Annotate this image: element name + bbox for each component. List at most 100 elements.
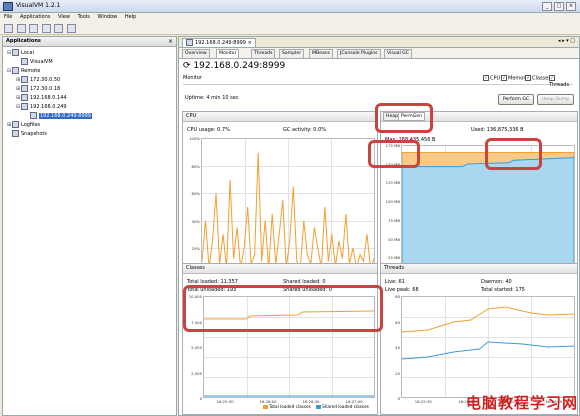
- main-area: 192.168.0.249:8999 × ◂ ▸ ▾ □ Overview Mon…: [178, 36, 580, 416]
- cpu-plot: [201, 138, 375, 276]
- classes-panel-title: Classes: [186, 265, 205, 271]
- subtab-visual-gc[interactable]: Visual GC: [384, 49, 412, 59]
- menu-bar: File Applications View Tools Window Help: [0, 13, 580, 22]
- threads-live-peak: Live peak: 68: [385, 287, 419, 293]
- threads-daemon: Daemon: 40: [481, 279, 512, 285]
- checkbox-cpu-label: CPU: [490, 75, 501, 82]
- refresh-icon: ⟳: [183, 61, 191, 71]
- checkbox-threads[interactable]: ✓Threads: [549, 75, 573, 88]
- y-tick-label: 0: [199, 396, 202, 401]
- legend-total-loaded: Total loaded classes: [269, 404, 311, 409]
- heap-used: Used: 136,875,336 B: [471, 127, 524, 133]
- thread-dump-icon[interactable]: [66, 24, 76, 33]
- classes-panel-header: Classes: [183, 264, 377, 274]
- tree-item-label: 192.168.0.249: [30, 104, 67, 110]
- x-tick-label: 16:26:30: [302, 399, 320, 404]
- y-tick-label: 5,000: [191, 345, 202, 350]
- y-tick-label: 80%: [191, 163, 200, 169]
- tree-node-icon: [21, 58, 28, 65]
- x-tick-label: 16:26:00: [259, 399, 277, 404]
- menu-help[interactable]: Help: [125, 14, 136, 20]
- perform-gc-button[interactable]: Perform GC: [498, 94, 534, 105]
- y-tick-label: 100%: [189, 136, 200, 141]
- subtab-mbeans[interactable]: MBeans: [309, 49, 334, 59]
- nav-arrows-icon[interactable]: ◂ ▸ ▾ □: [558, 38, 575, 44]
- y-tick-label: 40%: [191, 218, 200, 224]
- checkbox-cpu[interactable]: ✓ CPU: [483, 75, 500, 82]
- load-snapshot-icon[interactable]: [41, 24, 51, 33]
- menu-window[interactable]: Window: [98, 14, 118, 20]
- y-tick-label: 2,500: [191, 370, 202, 376]
- tree-node-icon: [21, 85, 28, 92]
- tree-item-label: 192.168.0.144: [30, 95, 67, 101]
- tree-node-icon: [12, 67, 19, 74]
- subtab-overview[interactable]: Overview: [182, 49, 210, 59]
- menu-view[interactable]: View: [58, 14, 70, 20]
- close-button[interactable]: ×: [566, 2, 576, 11]
- tree-node-icon: [21, 76, 28, 83]
- y-tick-label: 20%: [191, 246, 200, 252]
- x-tick-label: 16:25:30: [216, 399, 234, 404]
- subtab-jconsole-plugins[interactable]: JConsole Plugins: [337, 49, 381, 59]
- host-title: ⟳ 192.168.0.249:8999: [183, 61, 285, 71]
- annotation-box-used: [485, 138, 542, 170]
- tree-item[interactable]: ⊞ 172.30.0.18: [3, 85, 176, 94]
- window-title: VisualVM 1.2.1: [16, 2, 61, 9]
- tree-item-label: VisualVM: [30, 59, 53, 65]
- threads-total-started: Total started: 175: [481, 287, 525, 293]
- tree-item-label: Remote: [21, 68, 41, 74]
- subtab-threads[interactable]: Threads: [251, 49, 276, 59]
- app-icon: [3, 2, 13, 11]
- cpu-usage: CPU usage: 0.7%: [187, 127, 230, 133]
- threads-panel-header: Threads: [381, 264, 577, 274]
- tree-node-icon: [21, 103, 28, 110]
- window-titlebar: VisualVM 1.2.1 _ □ ×: [0, 0, 580, 13]
- tree-item[interactable]: ⊟ 192.168.0.249: [3, 103, 176, 112]
- uptime: Uptime: 4 min 10 sec: [185, 95, 239, 101]
- menu-tools[interactable]: Tools: [78, 14, 90, 20]
- applications-panel: Applications × ⊟ Local VisualVM ⊟ Remote ⊞ 172…: [2, 36, 177, 416]
- tree-node-icon: [12, 130, 19, 137]
- add-remote-host-icon[interactable]: [16, 24, 26, 33]
- cpu-panel-title: CPU: [186, 113, 197, 119]
- subtabs: Overview Monitor Threads Sampler MBeans JCons…: [179, 48, 579, 59]
- tree-item[interactable]: ⊞ 192.168.0.144: [3, 94, 176, 103]
- tab-host-label: 192.168.0.249:8999: [195, 40, 246, 46]
- tree-item-label: Logfiles: [21, 122, 41, 128]
- subtab-monitor[interactable]: Monitor: [216, 49, 240, 59]
- tree-item[interactable]: ⊞ Logfiles: [3, 121, 176, 130]
- checkbox-classes[interactable]: ✓ Classes: [525, 75, 551, 82]
- subtab-sampler[interactable]: Sampler: [279, 49, 305, 59]
- annotation-box-classes: [183, 285, 383, 332]
- tree-item[interactable]: ⊟ Remote: [3, 67, 176, 76]
- add-snapshot-icon[interactable]: [29, 24, 39, 33]
- used-permgen-area: [402, 157, 574, 275]
- document-tabs: 192.168.0.249:8999 × ◂ ▸ ▾ □: [179, 37, 579, 48]
- maximize-button[interactable]: □: [554, 2, 564, 11]
- tree-node-icon: [12, 49, 19, 56]
- tree-item-label: 172.30.0.18: [30, 86, 61, 92]
- menu-file[interactable]: File: [4, 14, 12, 20]
- tab-host[interactable]: 192.168.0.249:8999 ×: [182, 38, 256, 47]
- tree-item[interactable]: Snapshots: [3, 130, 176, 139]
- tree-item-label: Snapshots: [21, 131, 47, 137]
- menu-applications[interactable]: Applications: [20, 14, 51, 20]
- heap-dump-button[interactable]: Heap Dump: [537, 94, 574, 105]
- tree-item[interactable]: ⊞ 172.30.0.50: [3, 76, 176, 85]
- y-tick-label: 100 MB: [385, 199, 400, 205]
- gc-activity: GC activity: 0.0%: [283, 127, 326, 133]
- minimize-button[interactable]: _: [542, 2, 552, 11]
- close-panel-icon[interactable]: ×: [168, 37, 173, 46]
- tree-item[interactable]: 192.168.0.249:8999: [3, 112, 176, 121]
- tree-item[interactable]: VisualVM: [3, 58, 176, 67]
- tree-item[interactable]: ⊟ Local: [3, 49, 176, 58]
- heap-dump-icon[interactable]: [54, 24, 64, 33]
- annotation-box-max: [368, 140, 420, 168]
- tree-item-label: 192.168.0.249:8999: [39, 113, 92, 119]
- watermark: 电脑教程学习网: [465, 394, 578, 412]
- add-jmx-icon[interactable]: [4, 24, 13, 33]
- y-tick-label: 125 MB: [385, 180, 400, 186]
- y-tick-label: 0: [397, 396, 400, 401]
- toolbar: [0, 22, 580, 35]
- tree-node-icon: [12, 121, 19, 128]
